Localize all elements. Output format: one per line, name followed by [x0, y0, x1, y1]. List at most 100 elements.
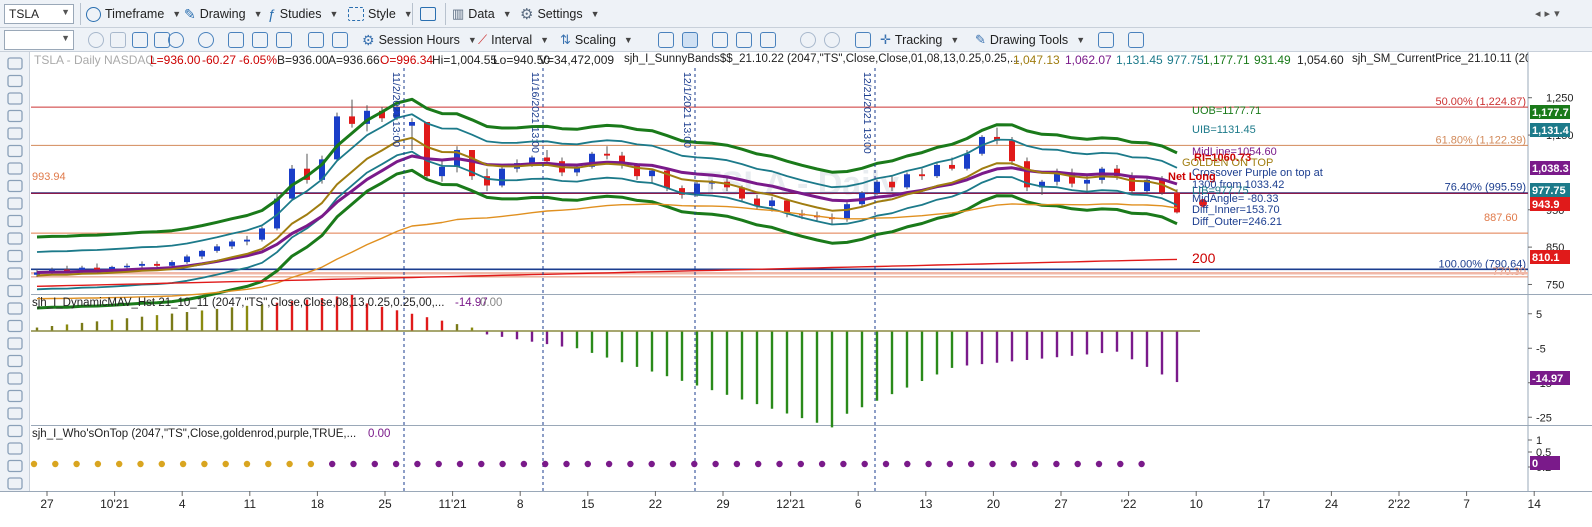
candle-body [634, 164, 640, 177]
grid-icon[interactable] [132, 32, 148, 48]
settings-button[interactable]: ⚙ Settings ▼ [520, 3, 600, 25]
who-axis-label: 0.2 [1536, 462, 1551, 474]
studies-button[interactable]: ƒ Studies ▼ [268, 3, 338, 25]
who-on-top-dot [179, 460, 187, 468]
who-on-top-dot [925, 460, 932, 468]
who-on-top-dot [520, 460, 528, 468]
who-on-top-dot [691, 460, 698, 468]
who-on-top-dot [755, 460, 762, 468]
lower-outer-band [36, 168, 1178, 310]
refresh-icon[interactable] [88, 32, 104, 48]
layout-icon [420, 7, 436, 21]
dynamic-mav-value2: 0.00 [480, 297, 503, 309]
zoom-icon[interactable] [168, 32, 184, 48]
drawing-tools-button[interactable]: ✎ Drawing Tools ▼ [975, 29, 1085, 51]
interval-button[interactable]: ⟋ Interval ▼ [478, 29, 549, 51]
who-on-top-dot [350, 460, 357, 468]
wave-icon[interactable] [1128, 32, 1144, 48]
bars-icon[interactable] [658, 32, 674, 48]
candle-body [364, 110, 370, 124]
scroll-left-icon[interactable]: ◂ [1535, 7, 1541, 20]
vertical-marker-label: 12/21/2021 13:00 [861, 72, 873, 154]
candle-body [754, 198, 760, 207]
symbol-input[interactable]: TSLA ▼ [4, 4, 74, 24]
who-on-top-dot [946, 460, 954, 468]
chevron-down-icon: ▼ [172, 9, 182, 19]
candle-body [604, 153, 610, 156]
zoom-out-icon[interactable] [824, 32, 840, 48]
zoom-in-icon[interactable] [800, 32, 816, 48]
drawing-button[interactable]: ✎ Drawing ▼ [184, 3, 263, 25]
candle-body [589, 153, 595, 167]
candle-body [109, 266, 115, 270]
who-on-top-dot [1010, 460, 1017, 468]
candles-icon[interactable] [682, 32, 698, 48]
template-icon[interactable] [332, 32, 348, 48]
dropdown-icon[interactable]: ▾ [1554, 7, 1560, 20]
who-on-top-dot [605, 460, 613, 468]
uob-label: UOB=1177.71 [1192, 105, 1262, 117]
data-button[interactable]: ▥ Data ▼ [452, 3, 512, 25]
price-tag [1530, 183, 1570, 197]
mav-axis-label: -5 [1536, 343, 1546, 355]
scaling-button[interactable]: ⇅ Scaling ▼ [560, 29, 633, 51]
who-on-top-dot [669, 460, 677, 468]
hlc-icon[interactable] [760, 32, 776, 48]
candle-body [694, 183, 700, 195]
who-on-top-dot [1138, 460, 1145, 468]
indicator-icon[interactable] [228, 32, 244, 48]
hand-icon[interactable] [855, 32, 871, 48]
candle-body [1069, 172, 1075, 184]
candle-body [829, 217, 835, 220]
timeframe-button[interactable]: Timeframe ▼ [86, 3, 181, 25]
symbol-watermark: TSLA - Daily [700, 165, 899, 203]
candle-body [409, 121, 415, 126]
link-icon[interactable] [110, 32, 126, 48]
line-icon[interactable] [736, 32, 752, 48]
tracking-button[interactable]: ✛ Tracking ▼ [880, 29, 959, 51]
price-tag-label: 1,038.3 [1532, 163, 1569, 175]
who-on-top-dot [478, 460, 485, 468]
main-toolbar: TSLA ▼ Timeframe ▼ ✎ Drawing ▼ ƒ Studies ▼ … [0, 0, 1592, 28]
who-on-top-dot [435, 460, 442, 468]
layout-button[interactable] [420, 3, 436, 25]
candle-body [709, 181, 715, 184]
studies-icon: ƒ [268, 6, 276, 22]
candle-body [664, 170, 670, 189]
chart-canvas[interactable]: TSLA - Daily 50.00% (1,224.87) 61.80% (1,1… [0, 0, 1592, 527]
who-on-top-dot [94, 460, 102, 468]
speed-icon[interactable] [198, 32, 214, 48]
uib-label: UIB=1131.45 [1192, 124, 1256, 136]
network-icon[interactable] [308, 32, 324, 48]
time-axis-label: 8 [517, 497, 524, 511]
candle-body [64, 269, 70, 272]
scroll-right-icon[interactable]: ▸ [1545, 7, 1551, 20]
candle-body [1129, 176, 1135, 192]
chevron-down-icon: ▼ [467, 35, 477, 45]
time-axis-label: 10'21 [100, 497, 129, 511]
price-tag-label: 1,131.4 [1532, 125, 1570, 137]
level-right: 887.60 [1484, 212, 1518, 224]
session-hours-button[interactable]: ⚙ Session Hours ▼ [362, 29, 477, 51]
style-button[interactable]: Style ▼ [348, 3, 413, 25]
ohlc-icon[interactable] [712, 32, 728, 48]
candle-body [304, 168, 310, 180]
interval-combo[interactable]: ▼ [4, 30, 74, 50]
who-axis-label: 1 [1536, 435, 1542, 447]
candle-body [739, 187, 745, 199]
chart-type-icon[interactable] [252, 32, 268, 48]
header-study1-v3: 1,131.45 [1116, 53, 1163, 67]
header-open: O=996.34 [380, 53, 434, 67]
bar-chart-icon: ▥ [452, 6, 465, 21]
data-label: Data [468, 7, 495, 21]
time-axis-label: 2'22 [1388, 497, 1411, 511]
who-on-top-dot [1095, 460, 1103, 468]
time-axis-label: 24 [1325, 497, 1339, 511]
candle-body [1039, 181, 1045, 188]
who-on-top-dot [648, 460, 655, 468]
trend-icon[interactable] [1098, 32, 1114, 48]
compare-icon[interactable] [276, 32, 292, 48]
time-axis-label: 15 [581, 497, 595, 511]
price-tag-label: 943.9 [1532, 199, 1560, 211]
price-tag [1530, 161, 1570, 175]
